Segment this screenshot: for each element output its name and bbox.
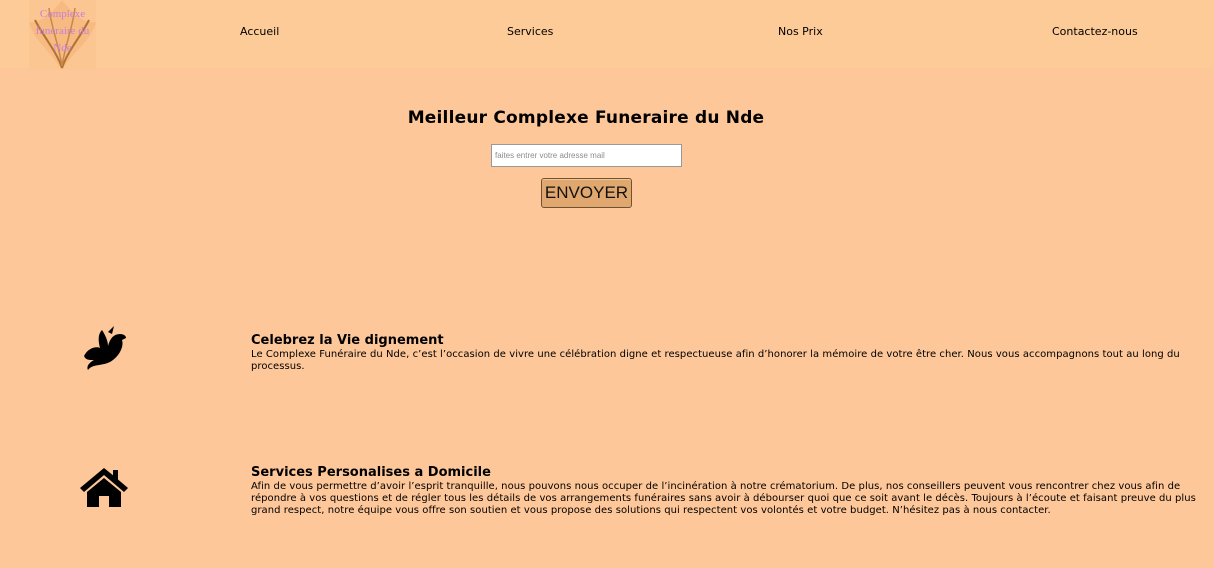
page-title: Meilleur Complexe Funeraire du Nde <box>407 108 765 128</box>
feature-celebrate: Celebrez la Vie dignement Le Complexe Fu… <box>0 320 1214 410</box>
email-input[interactable] <box>491 144 682 167</box>
feature-text: Le Complexe Funéraire du Nde, c’est l’oc… <box>251 349 1180 372</box>
house-icon <box>78 466 130 512</box>
nav-services[interactable]: Services <box>507 25 553 38</box>
feature-title: Celebrez la Vie dignement <box>251 333 444 348</box>
dove-icon <box>78 326 128 376</box>
nav-nos-prix[interactable]: Nos Prix <box>778 25 823 38</box>
logo-text: Complexe funeraire du Nde <box>35 8 90 54</box>
feature-title: Services Personalises a Domicile <box>251 465 491 480</box>
site-header: Complexe funeraire du Nde Accueil Servic… <box>0 0 1214 70</box>
feature-home-services: Services Personalises a Domicile Afin de… <box>0 456 1214 566</box>
nav-contactez-nous[interactable]: Contactez-nous <box>1052 25 1138 38</box>
nav-accueil[interactable]: Accueil <box>240 25 279 38</box>
logo[interactable]: Complexe funeraire du Nde <box>29 0 96 70</box>
feature-text: Afin de vous permettre d’avoir l’esprit … <box>251 481 1196 516</box>
send-button[interactable]: ENVOYER <box>541 178 632 208</box>
